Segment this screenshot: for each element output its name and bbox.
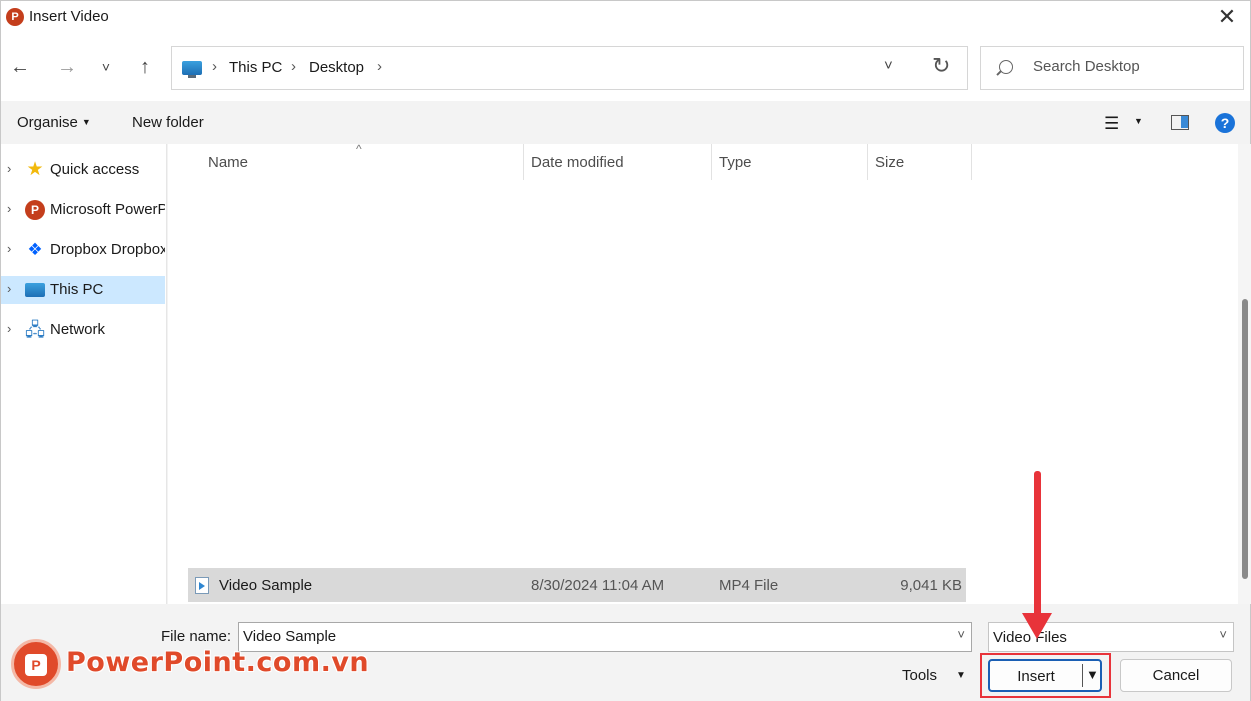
sidebar-item-microsoft-powerpoint[interactable]: › P Microsoft PowerPoint	[1, 196, 165, 224]
watermark-logo: P PowerPoint.com.vn	[11, 639, 369, 691]
dialog-title: Insert Video	[29, 8, 109, 25]
help-icon[interactable]: ?	[1215, 113, 1235, 133]
search-box[interactable]	[980, 46, 1244, 90]
column-header-label: Date modified	[531, 154, 624, 171]
breadcrumb-separator-icon: ›	[212, 58, 217, 75]
expand-chevron-icon[interactable]: ›	[7, 201, 11, 216]
sidebar-item-network[interactable]: › 🖧 Network	[1, 316, 165, 344]
sidebar-item-label: Network	[50, 321, 106, 338]
sidebar-item-dropbox[interactable]: › ❖ Dropbox Dropbox	[1, 236, 165, 264]
up-arrow-icon[interactable]: ↑	[131, 53, 159, 81]
column-header-label: Type	[719, 154, 752, 171]
sidebar-item-label: Microsoft PowerPoint	[50, 201, 165, 218]
file-date-modified: 8/30/2024 11:04 AM	[531, 577, 665, 594]
file-list: ^ Name Date modified Type Size Video Sam…	[168, 142, 1238, 604]
breadcrumb-separator-icon: ›	[291, 58, 296, 75]
computer-icon	[25, 283, 45, 297]
watermark-text: PowerPoint.com.vn	[66, 647, 370, 678]
view-options-icon[interactable]: ☰	[1104, 114, 1119, 134]
insert-options-caret-icon[interactable]: ▼	[1086, 667, 1099, 682]
expand-chevron-icon[interactable]: ›	[7, 241, 11, 256]
file-size: 9,041 KB	[900, 577, 962, 594]
column-header-label: Name	[208, 154, 249, 171]
sidebar-item-this-pc[interactable]: › This PC	[1, 276, 165, 304]
navigation-pane: › ★ Quick access › P Microsoft PowerPoin…	[1, 144, 167, 604]
refresh-icon[interactable]: ↻	[932, 53, 950, 79]
column-header-label: Size	[875, 154, 905, 171]
tools-caret-icon[interactable]: ▼	[956, 670, 966, 681]
expand-chevron-icon[interactable]: ›	[7, 321, 11, 336]
breadcrumb-desktop[interactable]: Desktop	[309, 59, 364, 76]
close-button[interactable]: ✕	[1212, 4, 1242, 32]
sidebar-item-label: Quick access	[50, 161, 140, 178]
organise-label: Organise	[17, 114, 78, 131]
caret-down-icon: ▼	[81, 117, 91, 127]
file-name-input[interactable]	[243, 628, 943, 645]
address-row: ← → ˅ ↑ › This PC › Desktop › ˅ ↻	[1, 35, 1250, 101]
computer-icon	[182, 61, 202, 78]
chevron-down-icon[interactable]: ˅	[1219, 627, 1227, 642]
view-options-caret-icon[interactable]: ▼	[1134, 116, 1143, 126]
annotation-arrow-shaft	[1034, 471, 1041, 621]
logo-circle-icon: P	[11, 639, 61, 689]
sidebar-item-label: This PC	[50, 281, 104, 298]
search-icon	[999, 60, 1013, 74]
expand-chevron-icon[interactable]: ›	[7, 281, 11, 296]
search-input[interactable]	[1033, 58, 1233, 75]
forward-arrow-icon[interactable]: →	[53, 53, 81, 81]
insert-button[interactable]: Insert ▼	[988, 659, 1102, 692]
file-name: Video Sample	[219, 577, 313, 594]
file-type: MP4 File	[719, 577, 779, 594]
breadcrumb-separator-icon[interactable]: ›	[377, 58, 382, 75]
video-file-icon	[195, 577, 209, 594]
expand-chevron-icon[interactable]: ›	[7, 161, 11, 176]
chevron-down-icon[interactable]: ˅	[957, 627, 965, 642]
powerpoint-app-icon: P	[6, 8, 24, 26]
file-row[interactable]: Video Sample 8/30/2024 11:04 AM MP4 File…	[188, 568, 966, 602]
title-bar: P Insert Video ✕	[1, 1, 1250, 35]
insert-label[interactable]: Insert	[990, 668, 1082, 685]
insert-video-dialog: P Insert Video ✕ ← → ˅ ↑ › This PC › Des…	[0, 0, 1251, 701]
scrollbar-thumb[interactable]	[1242, 299, 1248, 579]
column-header-type[interactable]: Type	[712, 144, 868, 180]
back-arrow-icon[interactable]: ←	[6, 53, 34, 81]
new-folder-button[interactable]: New folder	[132, 114, 204, 131]
address-bar[interactable]: › This PC › Desktop › ˅ ↻	[171, 46, 968, 90]
preview-pane-icon[interactable]	[1171, 115, 1189, 130]
network-icon: 🖧	[25, 320, 46, 340]
cancel-button[interactable]: Cancel	[1120, 659, 1232, 692]
dropbox-icon: ❖	[27, 240, 43, 259]
sidebar-item-label: Dropbox Dropbox	[50, 241, 165, 258]
column-header-size[interactable]: Size	[868, 144, 972, 180]
split-divider	[1082, 664, 1083, 687]
logo-p-icon: P	[25, 654, 47, 676]
command-bar: Organise ▼ New folder ☰ ▼ ?	[1, 101, 1250, 144]
sort-ascending-icon: ^	[356, 142, 362, 156]
tools-button[interactable]: Tools	[902, 667, 937, 684]
annotation-arrow-head-icon	[1022, 613, 1052, 639]
address-history-chevron-icon[interactable]: ˅	[884, 57, 893, 74]
powerpoint-icon: P	[25, 200, 45, 220]
star-icon: ★	[26, 159, 44, 180]
sidebar-item-quick-access[interactable]: › ★ Quick access	[1, 156, 165, 184]
column-header-name[interactable]: ^ Name	[168, 142, 524, 180]
column-header-date-modified[interactable]: Date modified	[524, 144, 712, 180]
organise-button[interactable]: Organise ▼	[17, 114, 91, 131]
breadcrumb-this-pc[interactable]: This PC	[229, 59, 282, 76]
recent-locations-chevron-icon[interactable]: ˅	[92, 53, 120, 81]
vertical-scrollbar[interactable]	[1238, 144, 1251, 604]
